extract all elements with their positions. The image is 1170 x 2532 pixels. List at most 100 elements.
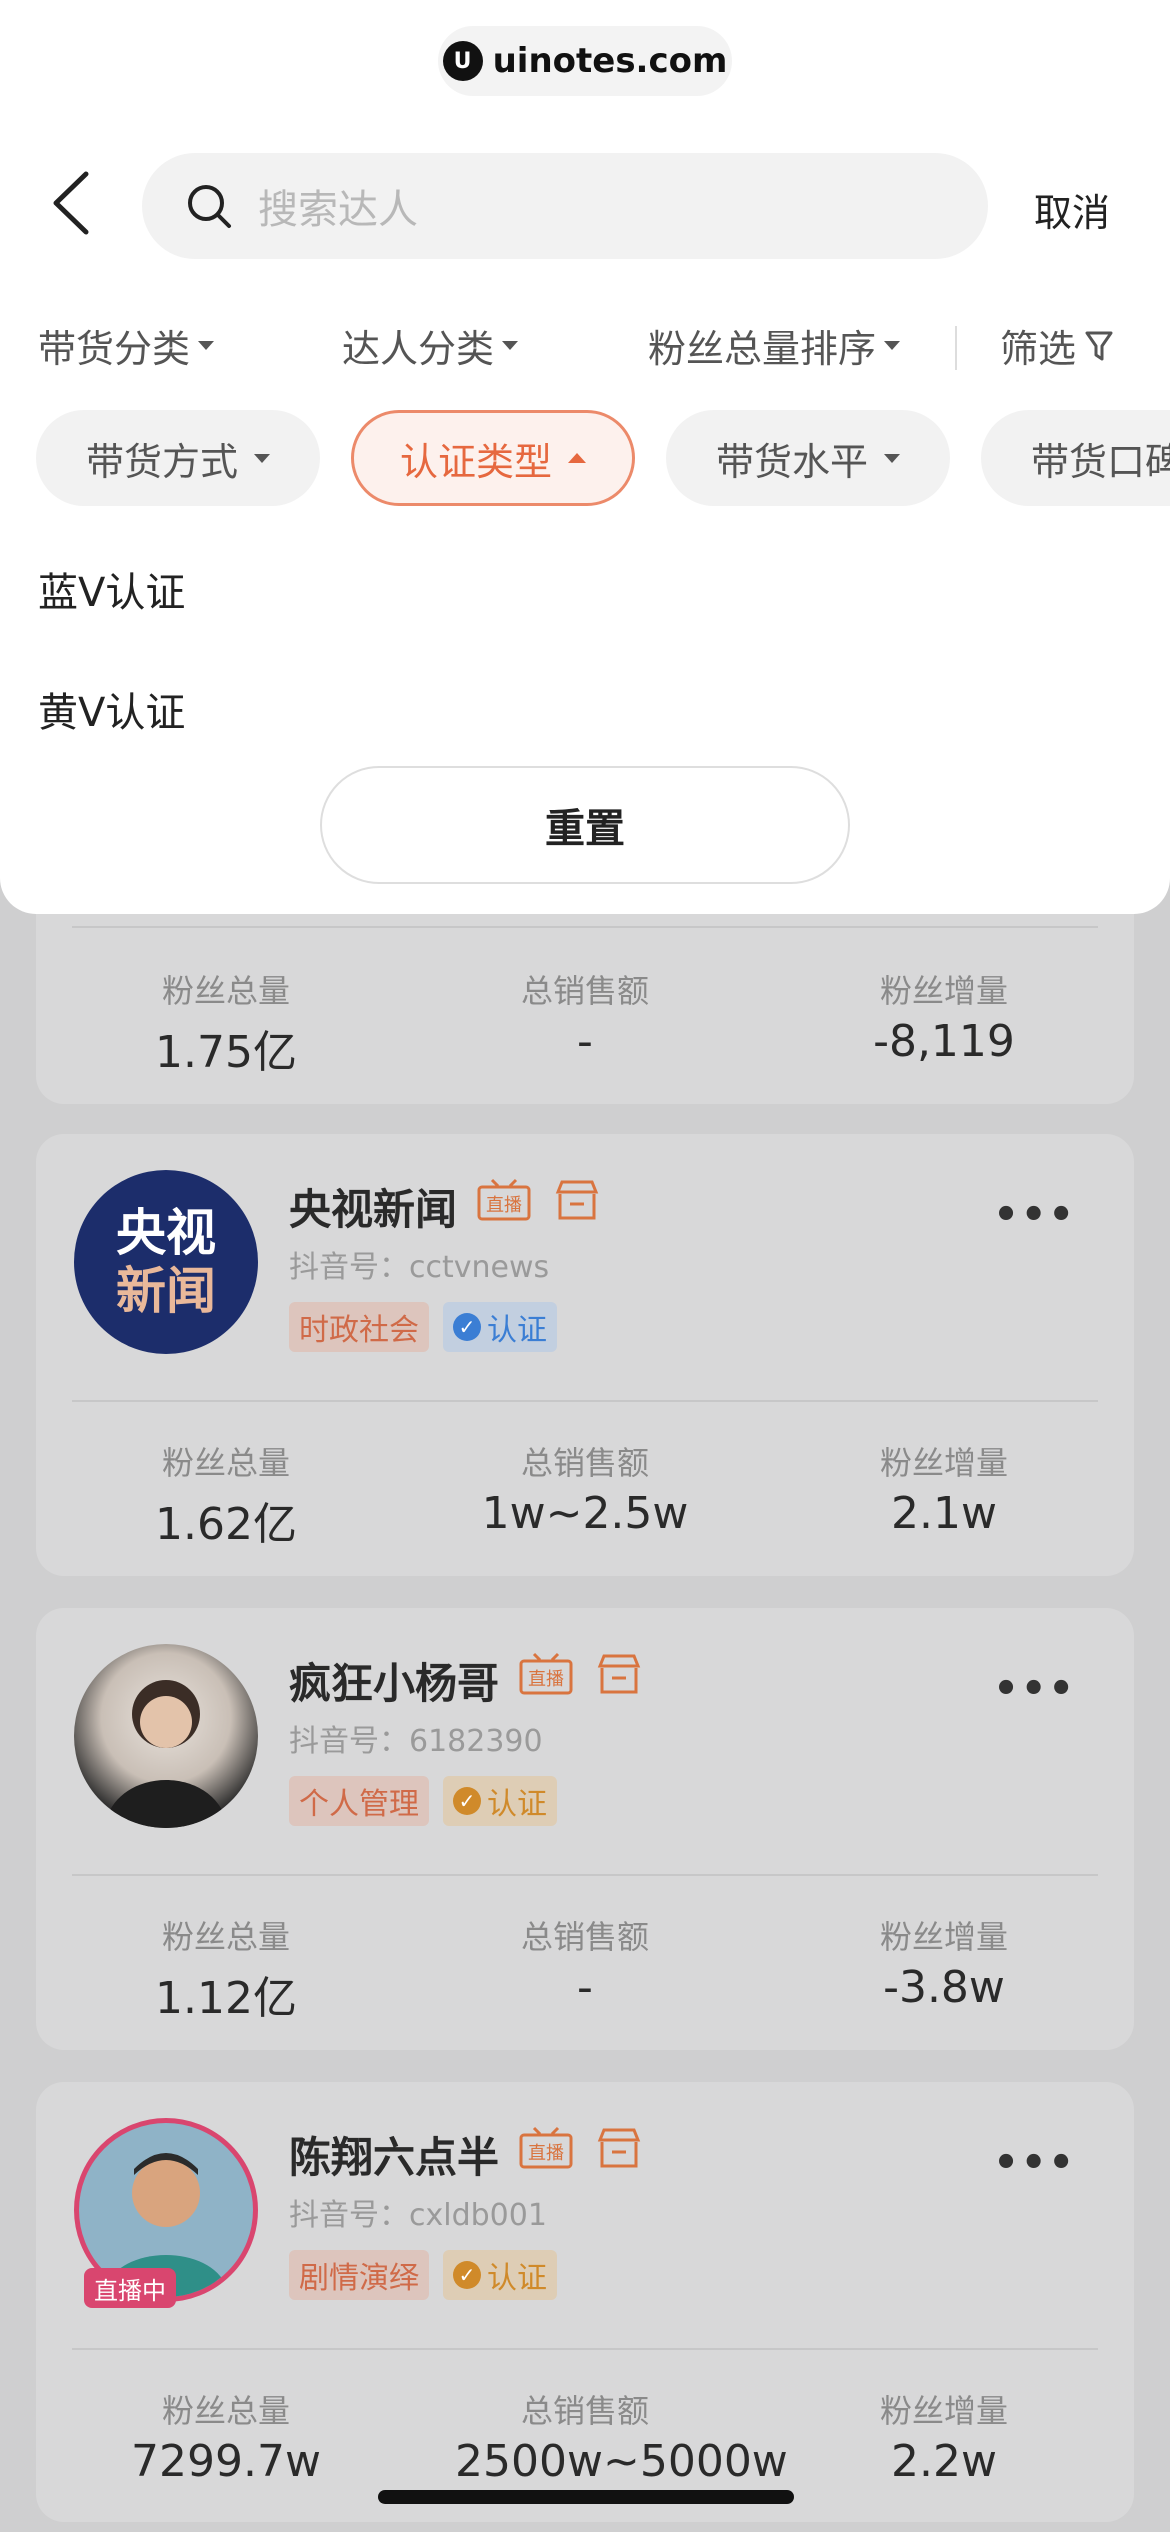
douyin-label: 抖音号： <box>289 1724 409 1759</box>
stat-value: 1.12亿 <box>155 1973 297 2024</box>
stat-label: 粉丝总量 <box>161 1918 290 1956</box>
avatar: 央视 新闻 <box>74 1170 258 1354</box>
stat-fans: 粉丝总量 7299.7w <box>96 2386 356 2487</box>
stat-sales: 总销售额 - <box>455 966 715 1067</box>
live-tv-icon: 直播 <box>518 1652 574 1700</box>
verify-tag: ✓ 认证 <box>443 2250 557 2300</box>
creator-name: 央视新闻 <box>289 1185 458 1234</box>
creator-card[interactable]: 央视 新闻 央视新闻 直播 抖音号：cctvnews 时政社会 ✓ 认证 ••• … <box>36 1134 1134 1576</box>
stat-value: -8,119 <box>873 1016 1015 1067</box>
stat-label: 粉丝总量 <box>161 1444 290 1482</box>
chip-label: 带货方式 <box>85 439 238 484</box>
filter-button[interactable]: 筛选 <box>1000 318 1114 373</box>
caret-up-icon <box>568 453 586 463</box>
chevron-left-icon <box>53 171 89 235</box>
filter-sheet: U uinotes.com 搜索达人 取消 带货分类 达人分类 粉丝总量排序 筛… <box>0 0 1170 914</box>
douyin-id: 抖音号：cctvnews <box>289 1242 549 1286</box>
stat-value: 1.62亿 <box>155 1499 297 1550</box>
badge-group: 直播 <box>476 1178 600 1226</box>
caret-down-icon <box>884 453 900 463</box>
stat-label: 粉丝增量 <box>879 972 1008 1010</box>
stat-label: 粉丝总量 <box>161 972 290 1010</box>
more-options-icon[interactable]: ••• <box>993 1666 1076 1712</box>
chip-label: 带货水平 <box>715 439 868 484</box>
sort-label: 粉丝总量排序 <box>648 327 877 371</box>
avatar-text-bottom: 新闻 <box>116 1262 216 1320</box>
cancel-button[interactable]: 取消 <box>1034 182 1110 237</box>
chip-reputation[interactable]: 带货口碑 <box>981 410 1170 506</box>
card-divider <box>72 2348 1098 2350</box>
live-tv-label: 直播 <box>486 1195 522 1216</box>
sort-goods-category[interactable]: 带货分类 <box>38 318 215 373</box>
creator-card[interactable]: 疯狂小杨哥 直播 抖音号：6182390 个人管理 ✓ 认证 ••• 粉丝总量 1… <box>36 1608 1134 2050</box>
live-tv-icon: 直播 <box>476 1178 532 1226</box>
funnel-icon <box>1085 331 1113 360</box>
more-options-icon[interactable]: ••• <box>993 1192 1076 1238</box>
reset-button[interactable]: 重置 <box>320 766 850 884</box>
douyin-id-value: 6182390 <box>409 1724 543 1759</box>
option-yellow-v[interactable]: 黄V认证 <box>38 680 185 738</box>
category-tag: 时政社会 <box>289 1302 429 1352</box>
stat-value: 1w~2.5w <box>481 1488 689 1539</box>
site-logo-icon: U <box>442 41 483 81</box>
avatar <box>74 1644 258 1828</box>
live-tv-label: 直播 <box>528 1669 564 1690</box>
chip-label: 认证类型 <box>399 439 552 484</box>
verify-tag: ✓ 认证 <box>443 1776 557 1826</box>
sort-bar: 带货分类 达人分类 粉丝总量排序 筛选 <box>0 318 1170 382</box>
badge-group: 直播 <box>518 2126 642 2174</box>
stat-value: - <box>577 1962 593 2013</box>
back-button[interactable] <box>48 170 96 236</box>
live-now-badge: 直播中 <box>84 2268 176 2308</box>
sort-label: 筛选 <box>1000 327 1077 371</box>
caret-down-icon <box>502 341 519 350</box>
stat-label: 总销售额 <box>520 1444 649 1482</box>
caret-down-icon <box>198 341 215 350</box>
stat-value: 2500w~5000w <box>455 2436 788 2487</box>
divider <box>955 326 957 370</box>
search-icon <box>188 185 231 228</box>
category-tag: 个人管理 <box>289 1776 429 1826</box>
caret-down-icon <box>884 341 901 350</box>
stat-label: 粉丝总量 <box>161 2392 290 2430</box>
more-options-icon[interactable]: ••• <box>993 2140 1076 2186</box>
sort-creator-category[interactable]: 达人分类 <box>342 318 519 373</box>
chip-label: 带货口碑 <box>1031 439 1170 484</box>
card-divider <box>72 1400 1098 1402</box>
stat-label: 总销售额 <box>520 2392 649 2430</box>
douyin-label: 抖音号： <box>289 1250 409 1285</box>
stat-value: 7299.7w <box>131 2436 321 2487</box>
live-tv-label: 直播 <box>528 2143 564 2164</box>
stat-growth: 粉丝增量 2.2w <box>814 2386 1074 2487</box>
stat-label: 总销售额 <box>520 1918 649 1956</box>
stat-sales: 总销售额 2500w~5000w <box>455 2386 788 2487</box>
stat-fans: 粉丝总量 1.12亿 <box>96 1912 356 2026</box>
card-divider <box>72 1874 1098 1876</box>
sort-fans-total[interactable]: 粉丝总量排序 <box>648 318 901 373</box>
stat-value: -3.8w <box>883 1962 1005 2013</box>
stat-value: 1.75亿 <box>155 1027 297 1078</box>
avatar-text-top: 央视 <box>116 1204 216 1262</box>
check-icon: ✓ <box>453 1313 481 1341</box>
stat-sales: 总销售额 - <box>455 1912 715 2013</box>
chip-sales-method[interactable]: 带货方式 <box>36 410 320 506</box>
stat-fans: 粉丝总量 1.75亿 <box>96 966 356 1080</box>
stat-value: 2.2w <box>891 2436 997 2487</box>
creator-name: 陈翔六点半 <box>289 2133 500 2182</box>
stat-label: 总销售额 <box>520 972 649 1010</box>
option-blue-v[interactable]: 蓝V认证 <box>38 560 185 618</box>
douyin-id: 抖音号：cxldb001 <box>289 2190 547 2234</box>
person-photo-icon <box>104 1680 228 1828</box>
stat-growth: 粉丝增量 -3.8w <box>814 1912 1074 2013</box>
chip-verify-type[interactable]: 认证类型 <box>351 410 635 506</box>
verify-tag: ✓ 认证 <box>443 1302 557 1352</box>
category-tag: 剧情演绎 <box>289 2250 429 2300</box>
chip-sales-level[interactable]: 带货水平 <box>666 410 950 506</box>
search-input[interactable]: 搜索达人 <box>142 153 988 259</box>
stat-growth: 粉丝增量 2.1w <box>814 1438 1074 1539</box>
creator-card[interactable]: 陈翔六点半 直播 抖音号：cxldb001 剧情演绎 ✓ 认证 ••• 粉丝总量 … <box>36 2082 1134 2522</box>
stat-label: 粉丝增量 <box>879 1918 1008 1956</box>
douyin-label: 抖音号： <box>289 2198 409 2233</box>
douyin-id-value: cctvnews <box>409 1250 550 1285</box>
search-placeholder: 搜索达人 <box>258 187 418 233</box>
